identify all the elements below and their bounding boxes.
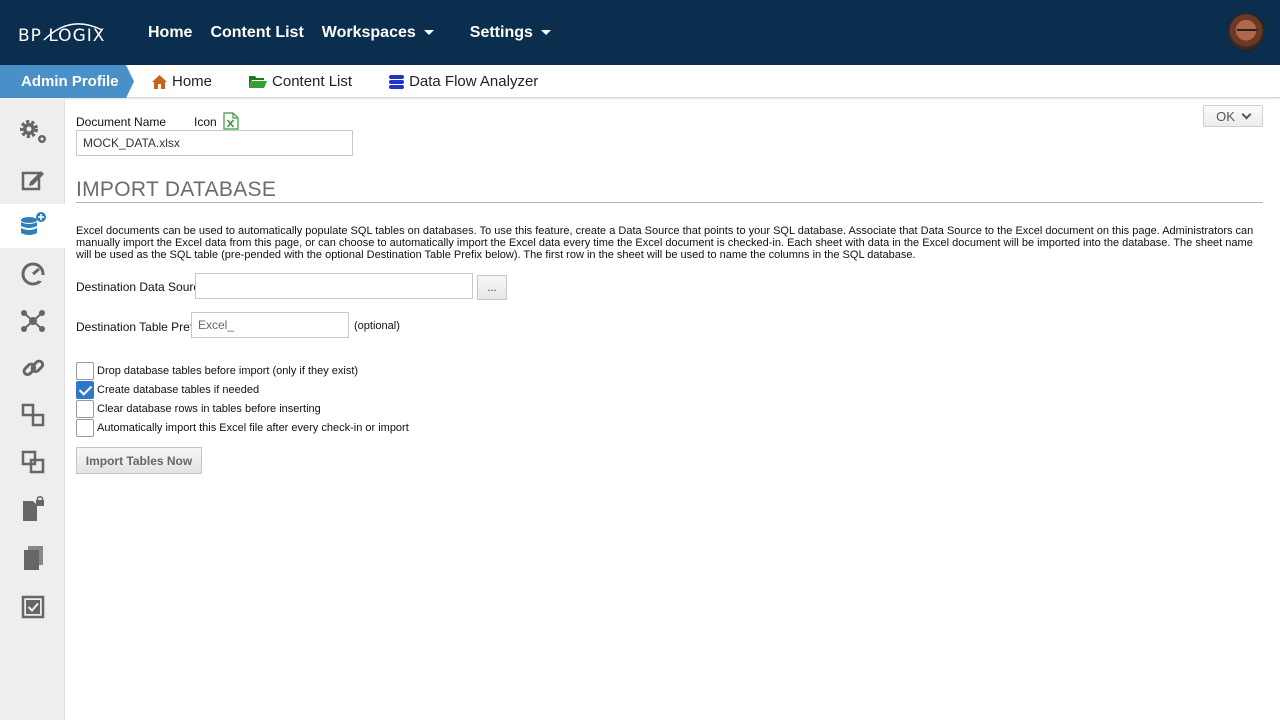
sidebar-item-dashboard[interactable]: [0, 252, 65, 296]
sub-links: Home Content List Data Flow Analyzer: [151, 65, 574, 98]
sub-link-data-flow-analyzer-label: Data Flow Analyzer: [409, 73, 539, 90]
destination-table-prefix-label: Destination Table Prefix: [76, 320, 202, 334]
create-tables-label: Create database tables if needed: [97, 384, 260, 396]
sub-navbar: Admin Profile Home Content List Data Flo…: [0, 65, 1280, 98]
gears-icon: [19, 120, 46, 143]
top-nav-content-list-label: Content List: [210, 23, 304, 41]
sub-link-home-label: Home: [172, 73, 213, 90]
sidebar-item-network[interactable]: [0, 299, 65, 343]
link-icon: [22, 359, 44, 377]
database-stack-icon: [389, 74, 405, 89]
import-tables-now-button[interactable]: Import Tables Now: [76, 447, 202, 474]
sub-link-content-list[interactable]: Content List: [248, 73, 352, 90]
copy-link-icon: [21, 450, 44, 474]
auto-import-checkbox[interactable]: [76, 419, 94, 437]
top-navbar: BP LOGIX Home Content List Workspaces Se…: [0, 0, 1280, 65]
top-nav-settings-label: Settings: [469, 23, 533, 41]
sidebar-item-documents[interactable]: [0, 536, 65, 580]
top-nav-home-label: Home: [148, 23, 193, 41]
ok-button-label: OK: [1216, 108, 1235, 124]
create-tables-checkbox[interactable]: [76, 381, 94, 399]
sidebar-item-links[interactable]: [0, 346, 65, 390]
user-avatar[interactable]: [1227, 13, 1265, 51]
destination-table-prefix-input[interactable]: [191, 312, 349, 338]
browse-data-source-button[interactable]: ...: [477, 275, 507, 300]
sub-link-home[interactable]: Home: [151, 73, 212, 90]
option-clear-rows[interactable]: Clear database rows in tables before ins…: [76, 400, 321, 418]
top-nav-content-list[interactable]: Content List: [210, 24, 303, 42]
sub-link-data-flow-analyzer[interactable]: Data Flow Analyzer: [388, 73, 538, 90]
import-description: Excel documents can be used to automatic…: [76, 225, 1254, 261]
admin-profile-tab[interactable]: Admin Profile: [0, 65, 134, 98]
bp-logix-logo[interactable]: BP LOGIX: [18, 18, 108, 48]
top-nav-workspaces[interactable]: Workspaces: [322, 24, 434, 42]
left-sidebar: [0, 98, 65, 720]
document-name-input[interactable]: [76, 130, 353, 156]
top-nav: Home Content List Workspaces Settings: [148, 0, 569, 65]
chevron-down-icon: [1241, 109, 1252, 119]
logo-text: BP LOGIX: [18, 26, 106, 46]
top-nav-home[interactable]: Home: [148, 24, 192, 42]
house-icon: [152, 74, 167, 89]
section-divider: [76, 202, 1263, 203]
network-icon: [20, 310, 45, 332]
top-nav-workspaces-label: Workspaces: [321, 23, 416, 41]
edit-icon: [21, 171, 44, 191]
drop-tables-label: Drop database tables before import (only…: [97, 365, 359, 377]
auto-import-label: Automatically import this Excel file aft…: [97, 422, 409, 434]
sidebar-item-edit[interactable]: [0, 158, 65, 202]
sidebar-item-dependencies[interactable]: [0, 393, 65, 437]
ok-button[interactable]: OK: [1203, 105, 1263, 127]
destination-data-source-label: Destination Data Source: [76, 280, 207, 294]
drop-tables-checkbox[interactable]: [76, 362, 94, 380]
sidebar-item-checklist[interactable]: [0, 585, 65, 629]
dependencies-icon: [21, 403, 44, 427]
destination-data-source-input[interactable]: [195, 273, 473, 299]
folder-open-icon: [249, 76, 268, 88]
checklist-icon: [21, 595, 44, 619]
database-add-icon: [20, 212, 46, 235]
option-create-tables[interactable]: Create database tables if needed: [76, 381, 259, 399]
section-title: IMPORT DATABASE: [76, 178, 277, 201]
top-nav-settings[interactable]: Settings: [470, 24, 551, 42]
option-auto-import[interactable]: Automatically import this Excel file aft…: [76, 419, 409, 437]
sidebar-item-settings[interactable]: [0, 110, 65, 154]
clear-rows-checkbox[interactable]: [76, 400, 94, 418]
main-content: Document Name Icon OK IMPORT DATABASE Ex…: [76, 98, 1266, 720]
locked-document-icon: [22, 496, 44, 521]
sub-link-content-list-label: Content List: [272, 73, 353, 90]
icon-label: Icon: [194, 115, 217, 129]
optional-label: (optional): [354, 320, 400, 332]
sidebar-item-copy[interactable]: [0, 440, 65, 484]
excel-file-icon[interactable]: [223, 112, 239, 130]
avatar-detail: [1237, 29, 1257, 33]
option-drop-tables[interactable]: Drop database tables before import (only…: [76, 362, 358, 380]
documents-icon: [23, 546, 43, 570]
sidebar-item-import-database[interactable]: [0, 204, 65, 248]
clear-rows-label: Clear database rows in tables before ins…: [97, 403, 321, 415]
sidebar-item-locked-document[interactable]: [0, 488, 65, 532]
dashboard-gauge-icon: [21, 262, 45, 286]
document-name-label: Document Name: [76, 115, 167, 129]
caret-down-icon: [540, 30, 551, 35]
caret-down-icon: [423, 30, 434, 35]
